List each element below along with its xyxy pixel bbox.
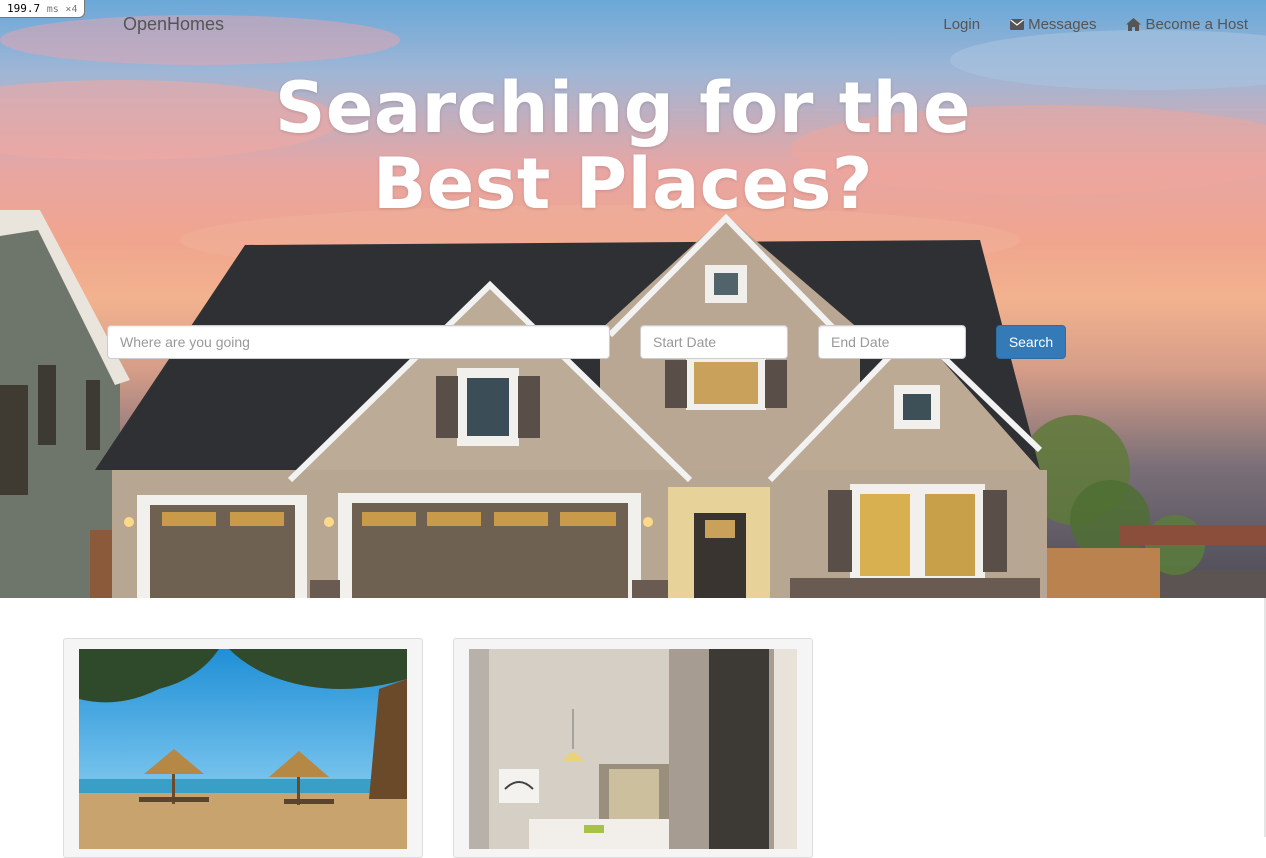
home-icon bbox=[1126, 18, 1142, 31]
nav-login-label: Login bbox=[943, 16, 981, 33]
perf-value: 199.7 bbox=[7, 2, 41, 15]
hero-headline: Searching for the Best Places? bbox=[0, 70, 1266, 222]
top-navbar: OpenHomes Login Messages Become a Host bbox=[0, 0, 1266, 50]
perf-multiplier: ×4 bbox=[65, 4, 78, 15]
start-date-input[interactable] bbox=[640, 325, 788, 359]
envelope-icon bbox=[1010, 19, 1025, 30]
end-date-input[interactable] bbox=[818, 325, 966, 359]
nav-become-host-link[interactable]: Become a Host bbox=[1126, 16, 1248, 33]
nav-messages-link[interactable]: Messages bbox=[1010, 16, 1096, 33]
headline-line-1: Searching for the bbox=[275, 67, 971, 149]
perf-overlay: 199.7 ms ×4 bbox=[0, 0, 86, 18]
listing-image[interactable] bbox=[79, 649, 407, 849]
nav-links: Login Messages Become a Host bbox=[943, 16, 1248, 33]
listing-card[interactable] bbox=[63, 638, 423, 858]
hotel-bedroom-photo bbox=[469, 649, 797, 849]
destination-input[interactable] bbox=[107, 325, 610, 359]
headline-line-2: Best Places? bbox=[372, 143, 874, 225]
brand-logo[interactable]: OpenHomes bbox=[123, 14, 224, 35]
search-button[interactable]: Search bbox=[996, 325, 1066, 359]
search-bar: Search bbox=[0, 325, 1266, 359]
nav-become-host-label: Become a Host bbox=[1145, 16, 1248, 33]
perf-unit: ms bbox=[46, 4, 59, 15]
listing-image[interactable] bbox=[469, 649, 797, 849]
beach-umbrellas-photo bbox=[79, 649, 407, 849]
nav-login-link[interactable]: Login bbox=[943, 16, 980, 33]
nav-messages-label: Messages bbox=[1028, 16, 1097, 33]
listing-card[interactable] bbox=[453, 638, 813, 858]
